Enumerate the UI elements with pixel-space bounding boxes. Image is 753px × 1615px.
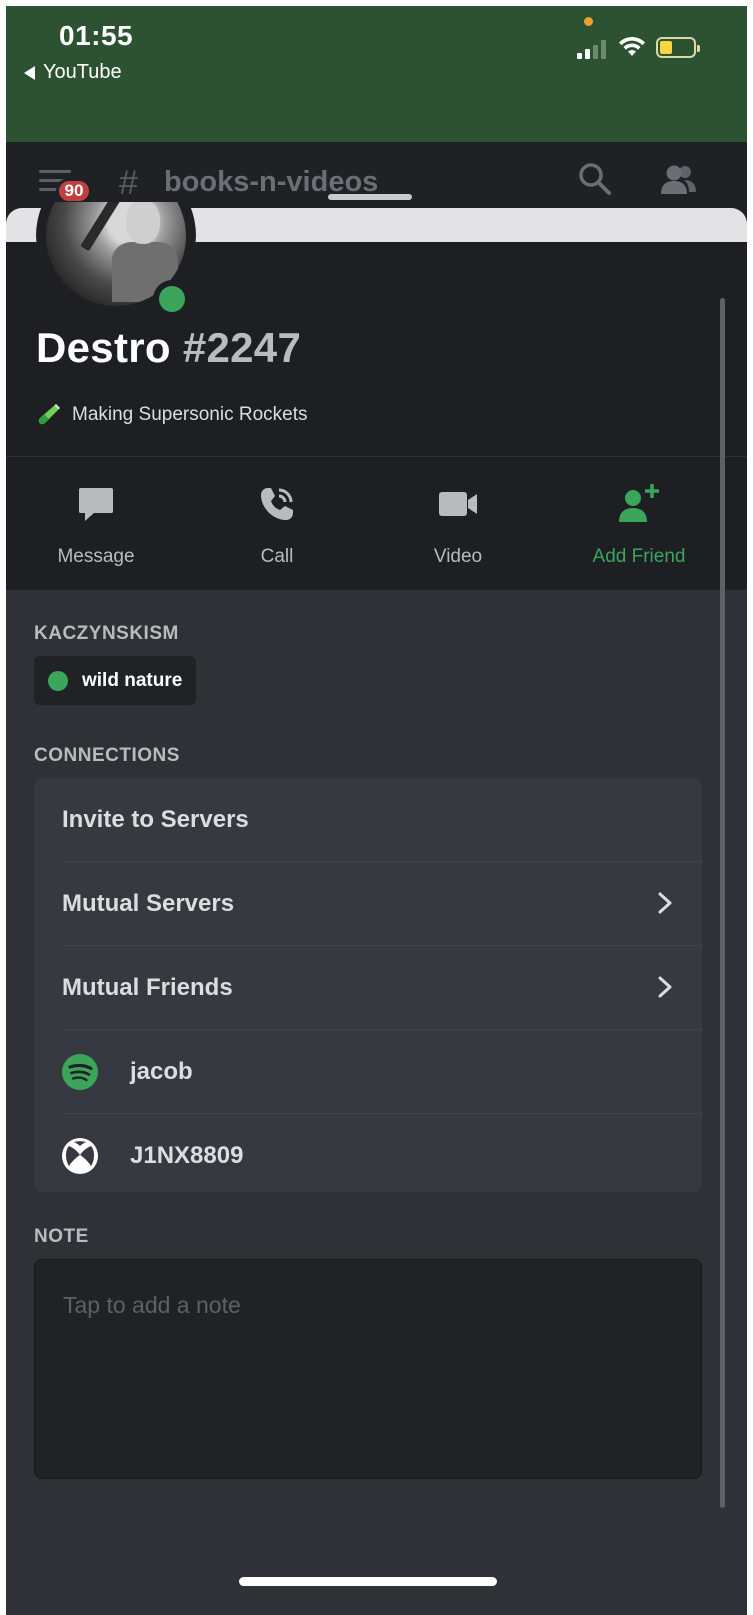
- invite-to-servers-label: Invite to Servers: [62, 805, 249, 833]
- note-section-title: NOTE: [34, 1226, 89, 1247]
- chevron-right-icon: [658, 976, 672, 998]
- members-icon[interactable]: [660, 164, 698, 196]
- status-bar: 01:55 YouTube: [6, 6, 747, 142]
- message-button[interactable]: Message: [26, 482, 166, 568]
- mutual-friends-label: Mutual Friends: [62, 973, 233, 1001]
- channel-hash-icon: #: [119, 164, 138, 202]
- sheet-drag-handle[interactable]: [328, 194, 412, 200]
- add-friend-icon: [619, 484, 659, 522]
- search-icon[interactable]: [578, 162, 612, 196]
- screen: 01:55 YouTube 90 # books-n-videos Destro…: [6, 6, 747, 1615]
- invite-to-servers-row[interactable]: Invite to Servers: [34, 778, 702, 861]
- roles-section-title: KACZYNSKISM: [34, 623, 179, 644]
- add-friend-button[interactable]: Add Friend: [569, 482, 709, 568]
- role-pill[interactable]: wild nature: [34, 656, 197, 705]
- profile-username: Destro #2247: [36, 324, 301, 372]
- scrollbar[interactable]: [720, 298, 725, 1508]
- xbox-icon: [62, 1137, 98, 1174]
- video-icon: [439, 492, 477, 516]
- spotify-icon: [62, 1053, 98, 1090]
- note-placeholder: Tap to add a note: [63, 1292, 241, 1318]
- username-discriminator: #2247: [182, 324, 302, 371]
- mutual-servers-label: Mutual Servers: [62, 889, 235, 917]
- message-icon: [79, 488, 113, 521]
- message-button-label: Message: [57, 546, 135, 567]
- role-color-dot: [48, 670, 68, 691]
- spotify-connection-row[interactable]: jacob: [34, 1030, 702, 1113]
- cellular-signal-icon: [577, 39, 606, 59]
- back-to-app-link[interactable]: YouTube: [24, 61, 122, 84]
- custom-status-text: Making Supersonic Rockets: [72, 404, 308, 425]
- connections-card: Invite to Servers Mutual Servers Mutual …: [34, 778, 702, 1192]
- chevron-right-icon: [658, 892, 672, 914]
- call-button[interactable]: Call: [207, 482, 347, 568]
- home-indicator[interactable]: [239, 1577, 497, 1586]
- test-tube-emoji-icon: [38, 404, 60, 425]
- mutual-friends-row[interactable]: Mutual Friends: [34, 946, 702, 1029]
- online-status-indicator: [153, 280, 191, 318]
- call-icon: [261, 488, 293, 520]
- battery-icon: [656, 37, 700, 58]
- xbox-connection-row[interactable]: J1NX8809: [34, 1114, 702, 1197]
- add-friend-button-label: Add Friend: [592, 546, 686, 567]
- custom-status: Making Supersonic Rockets: [36, 402, 308, 428]
- unread-mentions-badge: 90: [56, 178, 92, 204]
- xbox-account-name: J1NX8809: [130, 1141, 244, 1169]
- call-button-label: Call: [260, 546, 294, 567]
- spotify-account-name: jacob: [130, 1057, 193, 1085]
- connections-section-title: CONNECTIONS: [34, 745, 180, 766]
- back-app-label: YouTube: [43, 61, 122, 83]
- privacy-indicator-dot: [584, 17, 593, 26]
- note-input[interactable]: Tap to add a note: [34, 1259, 702, 1479]
- video-button[interactable]: Video: [388, 482, 528, 568]
- video-button-label: Video: [433, 546, 483, 567]
- username-text: Destro: [36, 324, 171, 371]
- profile-actions: Message Call Video Add Friend: [6, 482, 747, 572]
- mutual-servers-row[interactable]: Mutual Servers: [34, 862, 702, 945]
- header-divider: [6, 456, 747, 457]
- wifi-icon: [619, 36, 645, 56]
- back-arrow-icon: [24, 65, 35, 80]
- role-name: wild nature: [82, 669, 183, 691]
- status-time: 01:55: [59, 20, 134, 51]
